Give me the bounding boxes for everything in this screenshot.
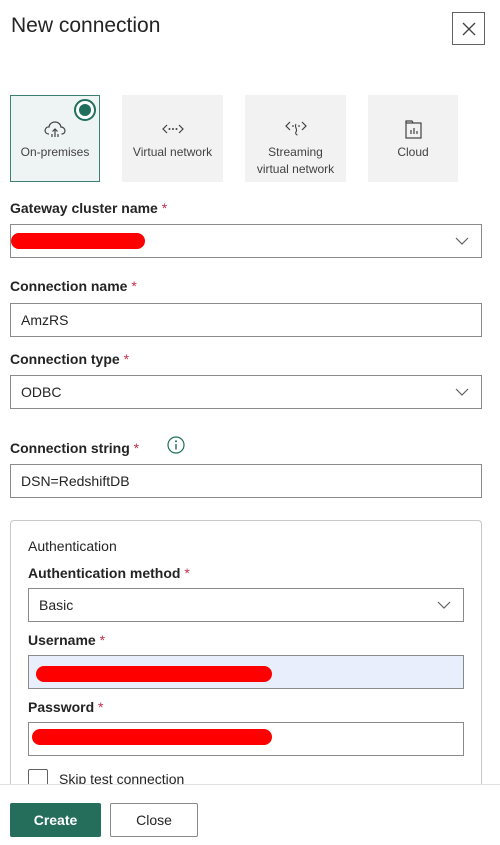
dialog-footer: Create Close — [0, 784, 500, 845]
tile-label: Virtual network — [132, 145, 213, 159]
required-mark: * — [99, 632, 106, 648]
redacted-value — [32, 729, 272, 745]
required-mark: * — [133, 440, 140, 456]
connection-string-input[interactable]: DSN=RedshiftDB — [10, 464, 482, 498]
chevron-down-icon — [437, 601, 451, 609]
tile-on-premises[interactable]: On-premises — [10, 95, 100, 182]
connection-type-label: Connection type * — [10, 351, 129, 367]
create-button[interactable]: Create — [10, 803, 101, 837]
connection-string-label-text: Connection string — [10, 440, 130, 456]
chevron-down-icon — [455, 237, 469, 245]
virtual-network-icon — [161, 118, 185, 140]
redacted-value — [11, 233, 145, 249]
tile-label: Streaming virtual network — [257, 144, 334, 178]
tile-label-line1: Streaming — [268, 145, 323, 159]
tile-label-line2: virtual network — [256, 162, 335, 176]
tile-label: Cloud — [397, 145, 429, 159]
tile-virtual-network[interactable]: Virtual network — [122, 95, 223, 182]
cloud-upload-icon — [43, 118, 67, 140]
dialog-title: New connection — [11, 14, 161, 37]
tile-cloud[interactable]: Cloud — [368, 95, 458, 182]
authentication-section: Authentication Authentication method * B… — [10, 520, 482, 800]
close-icon — [462, 22, 475, 35]
streaming-network-icon — [284, 118, 308, 140]
redacted-value — [36, 666, 272, 682]
connection-type-dropdown[interactable]: ODBC — [10, 375, 482, 409]
gateway-cluster-dropdown[interactable] — [10, 224, 482, 258]
cloud-report-icon — [402, 118, 424, 140]
close-button[interactable]: Close — [110, 803, 198, 837]
username-label: Username * — [28, 632, 105, 648]
password-label: Password * — [28, 699, 103, 715]
required-mark: * — [184, 565, 190, 581]
connection-name-label: Connection name * — [10, 278, 137, 294]
username-label-text: Username — [28, 632, 96, 648]
required-mark: * — [131, 278, 137, 294]
gateway-cluster-label: Gateway cluster name * — [10, 200, 167, 216]
required-mark: * — [123, 351, 130, 367]
password-input[interactable] — [28, 722, 464, 756]
tile-streaming-virtual-network[interactable]: Streaming virtual network — [245, 95, 346, 182]
connection-name-label-text: Connection name — [10, 278, 128, 294]
auth-method-dropdown[interactable]: Basic — [28, 588, 464, 622]
gateway-cluster-label-text: Gateway cluster name — [10, 200, 158, 216]
connection-string-label: Connection string * — [10, 440, 139, 456]
authentication-heading: Authentication — [28, 538, 117, 554]
new-connection-panel: New connection On-premises Virtual netwo… — [0, 0, 500, 845]
password-label-text: Password — [28, 699, 95, 715]
required-mark: * — [161, 200, 168, 216]
connection-type-value: ODBC — [21, 384, 62, 400]
connection-string-value: DSN=RedshiftDB — [21, 473, 130, 489]
username-input[interactable] — [28, 655, 464, 689]
connection-name-input[interactable]: AmzRS — [10, 303, 482, 337]
auth-method-value: Basic — [39, 597, 74, 613]
auth-method-label-text: Authentication method — [28, 565, 181, 581]
auth-method-label: Authentication method * — [28, 565, 190, 581]
info-icon[interactable] — [166, 435, 186, 455]
required-mark: * — [98, 699, 104, 715]
connection-type-label-text: Connection type — [10, 351, 120, 367]
tile-label: On-premises — [20, 145, 90, 159]
connection-name-value: AmzRS — [21, 312, 69, 328]
selected-radio-indicator — [74, 99, 96, 121]
close-dialog-button[interactable] — [452, 12, 485, 45]
chevron-down-icon — [455, 388, 469, 396]
